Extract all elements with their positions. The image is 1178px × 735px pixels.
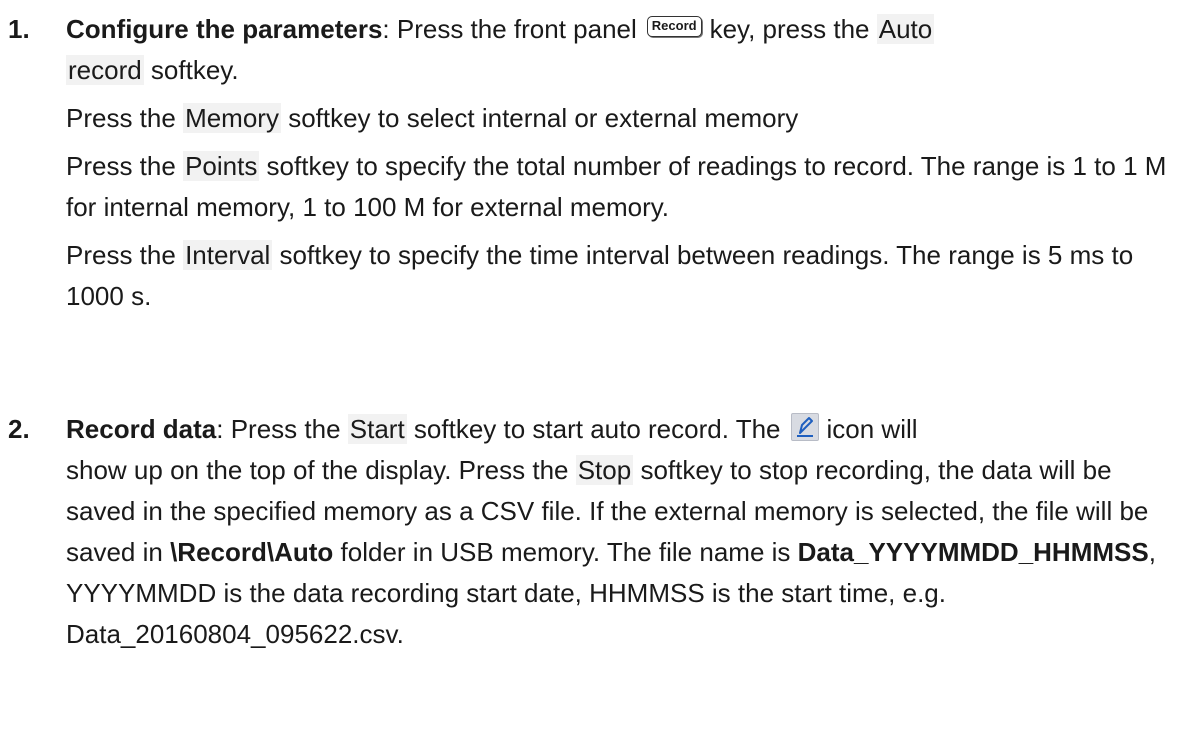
- file-name-pattern: Data_YYYYMMDD_HHMMSS: [797, 537, 1149, 567]
- pen-icon: [790, 413, 819, 441]
- memory-softkey: Memory: [183, 103, 281, 133]
- auto-record-softkey-cont: record: [66, 55, 144, 85]
- step-title: Configure the parameters: [66, 14, 383, 44]
- step-2-text: Record data: Press the Start softkey to …: [66, 409, 1168, 655]
- record-folder-path: \Record\Auto: [170, 537, 334, 567]
- text: Press the: [66, 151, 184, 181]
- text: : Press the: [216, 414, 348, 444]
- example-file-name: Data_20160804_095622.csv.: [66, 619, 404, 649]
- interval-softkey: Interval: [183, 240, 273, 270]
- text: key, press the: [709, 14, 870, 44]
- step-number: 1.: [8, 14, 30, 44]
- step-2: 2. Record data: Press the Start softkey …: [8, 409, 1168, 655]
- memory-instruction: Press the Memory softkey to select inter…: [66, 98, 1168, 139]
- text: softkey to start auto record. The: [406, 414, 781, 444]
- step-title: Record data: [66, 414, 217, 444]
- text: folder in USB memory. The file name is: [333, 537, 798, 567]
- text: : Press the front panel: [382, 14, 637, 44]
- auto-record-softkey: Auto: [876, 14, 935, 44]
- text: icon will: [826, 414, 918, 444]
- text: softkey to select internal or external m…: [280, 103, 799, 133]
- stop-softkey: Stop: [575, 455, 634, 485]
- step-1: 1. Configure the parameters: Press the f…: [8, 9, 1168, 317]
- text: Press the: [66, 240, 184, 270]
- text: show up on the top of the display. Press…: [66, 455, 576, 485]
- step-1-intro: Configure the parameters: Press the fron…: [66, 9, 1168, 91]
- points-instruction: Press the Points softkey to specify the …: [66, 146, 1168, 228]
- start-softkey: Start: [347, 414, 407, 444]
- text: softkey.: [143, 55, 239, 85]
- interval-instruction: Press the Interval softkey to specify th…: [66, 235, 1168, 317]
- points-softkey: Points: [183, 151, 260, 181]
- text: Press the: [66, 103, 184, 133]
- record-key-icon: Record: [646, 16, 702, 37]
- step-number: 2.: [8, 414, 30, 444]
